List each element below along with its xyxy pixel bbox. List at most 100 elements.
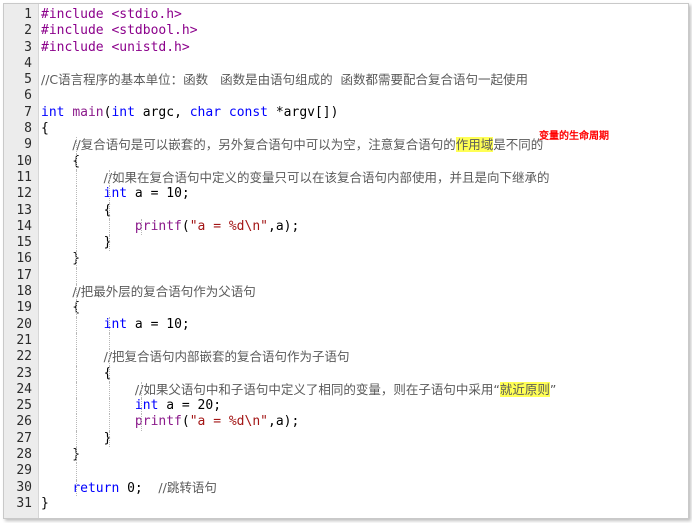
- code-text: {: [41, 300, 80, 316]
- code-line: 24 //如果父语句中和子语句中定义了相同的变量，则在子语句中采用“就近原则”: [4, 381, 688, 399]
- preprocessor-token: #include <unistd.h>: [41, 39, 190, 55]
- comment-token: //把最外层的复合语句作为父语句: [72, 284, 256, 300]
- code-token: argc,: [134, 104, 190, 120]
- code-text: printf("a = %d\n",a);: [41, 414, 299, 430]
- code-text: int a = 10;: [41, 317, 190, 333]
- function-token: main: [72, 104, 104, 120]
- indent-guide: [76, 251, 77, 268]
- keyword-token: int: [103, 186, 128, 202]
- code-text: //如果父语句中和子语句中定义了相同的变量，则在子语句中采用“就近原则”: [41, 381, 557, 399]
- code-line: 5 //C语言程序的基本单位：函数 函数是由语句组成的 函数都需要配合复合语句一起…: [4, 72, 688, 88]
- line-number: 19: [16, 300, 32, 316]
- keyword-token: char const: [189, 104, 269, 120]
- indent-guide: [109, 414, 110, 431]
- comment-token: //复合语句是可以嵌套的，另外复合语句中可以为空，注意复合语句的: [72, 137, 456, 153]
- code-line: 18 //把最外层的复合语句作为父语句: [4, 284, 688, 301]
- comment-token: //跳转语句: [158, 479, 217, 495]
- line-number: 4: [24, 55, 32, 71]
- line-number: 9: [24, 137, 32, 153]
- code-line: 28 }: [4, 447, 688, 464]
- string-token: "a = %d\n": [189, 218, 268, 234]
- code-token: }: [41, 251, 81, 267]
- indent-guide: [76, 381, 77, 399]
- indent-guide: [76, 137, 77, 154]
- code-line: 26 printf("a = %d\n",a);: [4, 414, 688, 431]
- indent-guide: [76, 316, 77, 333]
- comment-token: 是不同的: [493, 137, 544, 153]
- code-line: 7 int main(int argc, char const *argv[]): [4, 105, 688, 121]
- comment-token: //C语言程序的基本单位：函数 函数是由语句组成的 函数都需要配合复合语句一起使…: [41, 72, 529, 88]
- comment-token: //如果在复合语句中定义的变量只可以在该复合语句内部使用，并且是向下继承的: [103, 169, 550, 185]
- line-number: 20: [16, 316, 32, 332]
- indent-guide: [76, 169, 77, 187]
- code-line: 30 return 0; //跳转语句: [4, 479, 688, 497]
- line-number: 7: [24, 104, 32, 120]
- code-text: //如果在复合语句中定义的变量只可以在该复合语句内部使用，并且是向下继承的: [41, 170, 550, 187]
- code-text: int main(int argc, char const *argv[]): [41, 105, 338, 121]
- line-number: 28: [16, 447, 32, 463]
- code-line: 22 //把复合语句内部嵌套的复合语句作为子语句: [4, 349, 688, 366]
- indent-guide: [109, 430, 110, 448]
- code-text: //C语言程序的基本单位：函数 函数是由语句组成的 函数都需要配合复合语句一起使…: [41, 72, 528, 89]
- highlighted-token: 作用域: [455, 137, 494, 153]
- line-number: 26: [16, 414, 32, 430]
- code-token: (: [181, 414, 190, 430]
- code-text: #include <stdbool.h>: [41, 23, 198, 39]
- indent-guide: [109, 169, 110, 187]
- indent-guide: [76, 153, 77, 170]
- code-lines: 1 #include <stdio.h> 2 #include <stdbool.h>…: [4, 7, 688, 512]
- comment-token: ”: [549, 381, 557, 397]
- code-line: 10 {: [4, 153, 688, 170]
- code-text: //复合语句是可以嵌套的，另外复合语句中可以为空，注意复合语句的作用域是不同的: [41, 137, 543, 154]
- line-number: 17: [16, 267, 32, 283]
- line-number: 16: [16, 251, 32, 267]
- line-number: 15: [16, 235, 32, 251]
- code-line: 20 int a = 10;: [4, 316, 688, 333]
- line-number: 29: [16, 463, 32, 479]
- code-text: //把最外层的复合语句作为父语句: [41, 284, 256, 301]
- preprocessor-token: #include <stdio.h>: [41, 7, 182, 22]
- code-token: }: [41, 447, 81, 463]
- indent-guide: [76, 447, 77, 464]
- code-text: int a = 20;: [41, 398, 221, 414]
- indent-guide: [76, 300, 77, 317]
- indent-guide: [141, 398, 142, 415]
- line-number: 8: [24, 121, 32, 137]
- line-number: 25: [16, 398, 32, 414]
- line-number: 22: [16, 349, 32, 365]
- string-token: "a = %d\n": [189, 414, 268, 430]
- line-number: 1: [24, 7, 32, 22]
- code-token: a = 20;: [158, 398, 222, 414]
- code-line: 25 int a = 20;: [4, 398, 688, 415]
- code-line: 23 {: [4, 365, 688, 382]
- indent-guide: [76, 479, 77, 496]
- code-line: 12 int a = 10;: [4, 186, 688, 203]
- indent-guide: [76, 267, 77, 285]
- code-token: ,a);: [268, 414, 300, 430]
- code-text: #include <stdio.h>: [41, 7, 182, 23]
- code-line: 19 {: [4, 300, 688, 317]
- line-number: 23: [16, 365, 32, 381]
- code-text: int a = 10;: [41, 186, 190, 202]
- comment-token: //把复合语句内部嵌套的复合语句作为子语句: [103, 349, 350, 365]
- code-token: *argv[]): [268, 104, 339, 120]
- code-token: }: [41, 495, 49, 511]
- indent-guide: [76, 463, 77, 480]
- code-text: //把复合语句内部嵌套的复合语句作为子语句: [41, 349, 350, 366]
- indent-guide: [76, 430, 77, 448]
- line-number: 6: [24, 88, 32, 104]
- code-text: return 0; //跳转语句: [41, 480, 217, 497]
- indent-guide: [109, 316, 110, 333]
- indent-guide: [109, 332, 110, 350]
- code-line: 21: [4, 332, 688, 350]
- code-token: (: [181, 218, 190, 234]
- line-number: 2: [24, 23, 32, 39]
- code-line: 15 }: [4, 235, 688, 252]
- code-line: 4: [4, 56, 688, 72]
